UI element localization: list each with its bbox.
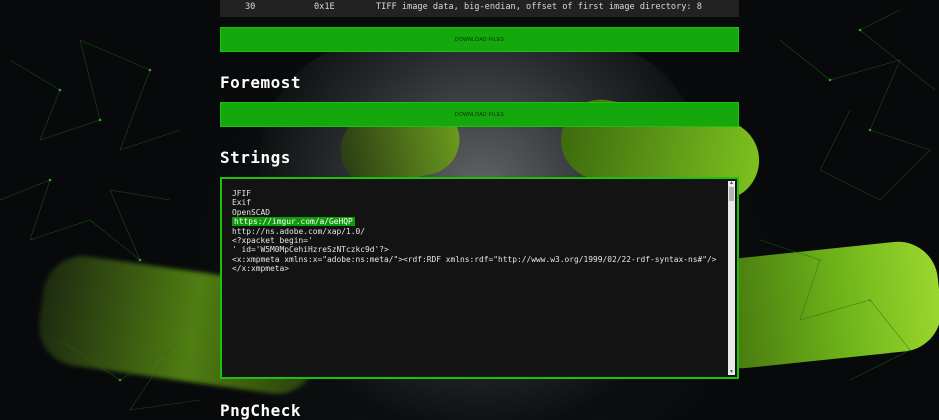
- strings-line: <?xpacket begin=': [232, 236, 313, 246]
- scroll-down-arrow-icon[interactable]: ▼: [728, 370, 735, 375]
- strings-scrollbar[interactable]: ▲ ▼: [728, 181, 735, 375]
- binwalk-hex: 0x1E: [314, 2, 335, 12]
- strings-line-selected: https://imgur.com/a/GeHQP: [232, 217, 355, 227]
- scroll-up-arrow-icon[interactable]: ▲: [728, 181, 735, 186]
- strings-title: Strings: [220, 148, 291, 167]
- strings-line: OpenSCAD: [232, 207, 271, 217]
- foremost-download-button[interactable]: DOWNLOAD FILES: [220, 102, 739, 127]
- strings-output-textarea[interactable]: JFIF Exif OpenSCAD https://imgur.com/a/G…: [220, 177, 739, 379]
- foremost-title: Foremost: [220, 73, 302, 92]
- scrollbar-thumb[interactable]: [729, 187, 734, 201]
- strings-line: JFIF: [232, 189, 252, 198]
- strings-line: ' id='W5M0MpCehiHzreSzNTczkc9d'?>: [232, 245, 389, 255]
- strings-output-text: JFIF Exif OpenSCAD https://imgur.com/a/G…: [232, 189, 723, 274]
- binwalk-result-row: 30 0x1E TIFF image data, big-endian, off…: [220, 0, 739, 17]
- strings-line: <x:xmpmeta xmlns:x="adobe:ns:meta/"><rdf…: [232, 254, 717, 274]
- pngcheck-title: PngCheck: [220, 401, 302, 420]
- binwalk-download-button[interactable]: DOWNLOAD FILES: [220, 27, 739, 52]
- strings-line: http://ns.adobe.com/xap/1.0/: [232, 226, 366, 236]
- strings-line: Exif: [232, 198, 252, 208]
- binwalk-decimal: 30: [245, 2, 256, 12]
- binwalk-description: TIFF image data, big-endian, offset of f…: [376, 2, 702, 12]
